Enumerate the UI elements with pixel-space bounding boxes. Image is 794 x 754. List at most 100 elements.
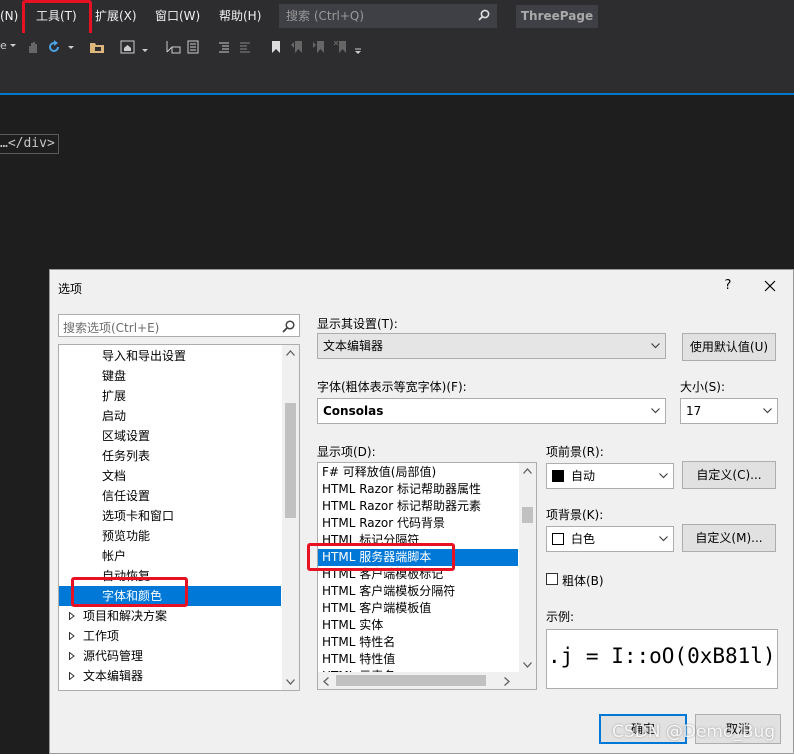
- bookmark-icon[interactable]: [269, 40, 283, 54]
- tree-item[interactable]: 信任设置: [59, 486, 281, 506]
- tree-item-label: 任务列表: [102, 449, 151, 463]
- tree-item[interactable]: 工作项: [59, 626, 281, 646]
- expand-caret-icon[interactable]: [69, 652, 75, 660]
- background-value: 白色: [571, 532, 596, 546]
- help-button[interactable]: ?: [720, 278, 736, 296]
- tree-scrollbar[interactable]: [282, 345, 299, 690]
- open-folder-icon[interactable]: [89, 40, 104, 54]
- code-collapsed-snippet[interactable]: …</div>: [0, 134, 59, 154]
- display-item[interactable]: HTML 客户端模板分隔符: [318, 583, 518, 600]
- tree-item[interactable]: 区域设置: [59, 426, 281, 446]
- tree-item[interactable]: 源代码管理: [59, 646, 281, 666]
- tree-item[interactable]: 预览功能: [59, 526, 281, 546]
- display-items-hscrollbar[interactable]: [318, 672, 536, 689]
- background-select[interactable]: 白色: [546, 526, 674, 552]
- previous-bookmark-icon[interactable]: [290, 40, 304, 54]
- tree-item-label: 源代码管理: [83, 649, 144, 663]
- fonts-colors-highlight: [71, 577, 188, 607]
- menu-item-new[interactable]: (N): [0, 0, 18, 33]
- foreground-select[interactable]: 自动: [546, 463, 674, 489]
- tree-item-label: 扩展: [102, 389, 127, 403]
- outdent-icon[interactable]: [217, 40, 231, 54]
- config-dropdown-icon[interactable]: e: [0, 38, 20, 52]
- menu-item-window[interactable]: 窗口(W): [155, 0, 200, 33]
- display-items-scroll-thumb[interactable]: [522, 507, 533, 523]
- tree-item[interactable]: 导入和导出设置: [59, 346, 281, 366]
- tools-menu-highlight: [22, 0, 92, 37]
- svg-text:e: e: [0, 39, 7, 52]
- search-icon: [478, 9, 490, 21]
- switch-view-icon[interactable]: [165, 40, 181, 54]
- tree-item-label: 信任设置: [102, 489, 151, 503]
- tree-item-label: 导入和导出设置: [102, 349, 187, 363]
- toolbar-overflow-icon[interactable]: [354, 40, 362, 54]
- chevron-down-icon: [763, 408, 772, 414]
- scroll-down-icon[interactable]: [523, 662, 532, 668]
- refresh-dropdown-icon[interactable]: [66, 40, 76, 54]
- chevron-down-icon: [659, 536, 668, 542]
- hand-icon[interactable]: [26, 40, 40, 54]
- tree-item[interactable]: 项目和解决方案: [59, 606, 281, 626]
- close-button[interactable]: [760, 276, 780, 296]
- options-search-input[interactable]: 搜索选项(Ctrl+E): [58, 314, 300, 337]
- menu-item-extensions[interactable]: 扩展(X): [95, 0, 137, 33]
- display-item[interactable]: F# 可释放值(局部值): [318, 464, 518, 481]
- show-settings-for-select[interactable]: 文本编辑器: [317, 333, 666, 359]
- display-item[interactable]: HTML 特性名: [318, 634, 518, 651]
- tree-item[interactable]: 任务列表: [59, 446, 281, 466]
- scroll-up-icon[interactable]: [286, 350, 295, 356]
- expand-caret-icon[interactable]: [69, 612, 75, 620]
- display-item[interactable]: HTML Razor 标记帮助器属性: [318, 481, 518, 498]
- custom-background-button[interactable]: 自定义(M)...: [682, 524, 776, 552]
- home-icon[interactable]: [120, 40, 135, 54]
- bold-checkbox[interactable]: [546, 573, 558, 585]
- scroll-up-icon[interactable]: [523, 468, 532, 474]
- next-bookmark-icon[interactable]: [312, 40, 326, 54]
- chevron-down-icon: [659, 473, 668, 479]
- indent-icon[interactable]: [238, 40, 252, 54]
- display-items-scrollbar[interactable]: [519, 463, 536, 673]
- display-items-hscroll-thumb[interactable]: [336, 675, 486, 686]
- expand-caret-icon[interactable]: [69, 672, 75, 680]
- home-dropdown-icon[interactable]: [141, 40, 149, 54]
- properties-icon[interactable]: [186, 40, 200, 54]
- foreground-label: 项前景(R):: [546, 445, 604, 459]
- scroll-left-icon[interactable]: [323, 677, 329, 686]
- toolbar: e: [0, 33, 794, 63]
- chevron-down-icon: [651, 408, 660, 414]
- tree-item[interactable]: 选项卡和窗口: [59, 506, 281, 526]
- display-item[interactable]: HTML Razor 代码背景: [318, 515, 518, 532]
- display-item[interactable]: HTML 客户端模板值: [318, 600, 518, 617]
- watermark: CSDN @Demo_Bug: [612, 722, 776, 742]
- tree-item[interactable]: 扩展: [59, 386, 281, 406]
- tree-item[interactable]: 文档: [59, 466, 281, 486]
- display-item[interactable]: HTML Razor 标记帮助器元素: [318, 498, 518, 515]
- custom-foreground-button[interactable]: 自定义(C)...: [682, 461, 776, 489]
- tree-item-label: 启动: [102, 409, 127, 423]
- clear-bookmarks-icon[interactable]: [334, 40, 348, 54]
- size-select[interactable]: 17: [680, 398, 778, 424]
- use-defaults-button[interactable]: 使用默认值(U): [682, 333, 776, 361]
- tree-item[interactable]: 文本编辑器: [59, 666, 281, 686]
- tree-item[interactable]: 键盘: [59, 366, 281, 386]
- menu-item-help[interactable]: 帮助(H): [219, 0, 261, 33]
- search-icon: [282, 320, 295, 333]
- tree-scroll-thumb[interactable]: [285, 403, 296, 518]
- ide-search-input[interactable]: 搜索 (Ctrl+Q): [279, 4, 497, 28]
- tree-item[interactable]: 启动: [59, 406, 281, 426]
- document-tab-strip: [0, 63, 794, 95]
- refresh-icon[interactable]: [47, 40, 61, 54]
- tree-item[interactable]: 帐户: [59, 546, 281, 566]
- display-item[interactable]: HTML 特性值: [318, 651, 518, 668]
- font-select[interactable]: Consolas: [317, 398, 666, 424]
- expand-caret-icon[interactable]: [69, 632, 75, 640]
- display-item[interactable]: HTML 实体: [318, 617, 518, 634]
- options-tree[interactable]: 导入和导出设置 键盘 扩展 启动 区域设置 任务列表 文档 信任设置 选项卡和窗口 预览功能 帐户自…: [58, 344, 300, 691]
- scroll-down-icon[interactable]: [286, 679, 295, 685]
- tree-item-label: 键盘: [102, 369, 127, 383]
- font-label: 字体(粗体表示等宽字体)(F):: [317, 380, 467, 394]
- font-value: Consolas: [323, 404, 384, 418]
- background-label: 项背景(K):: [546, 508, 604, 522]
- scroll-right-icon[interactable]: [504, 677, 510, 686]
- display-items-list[interactable]: F# 可释放值(局部值) HTML Razor 标记帮助器属性 HTML Razor…: [317, 462, 537, 690]
